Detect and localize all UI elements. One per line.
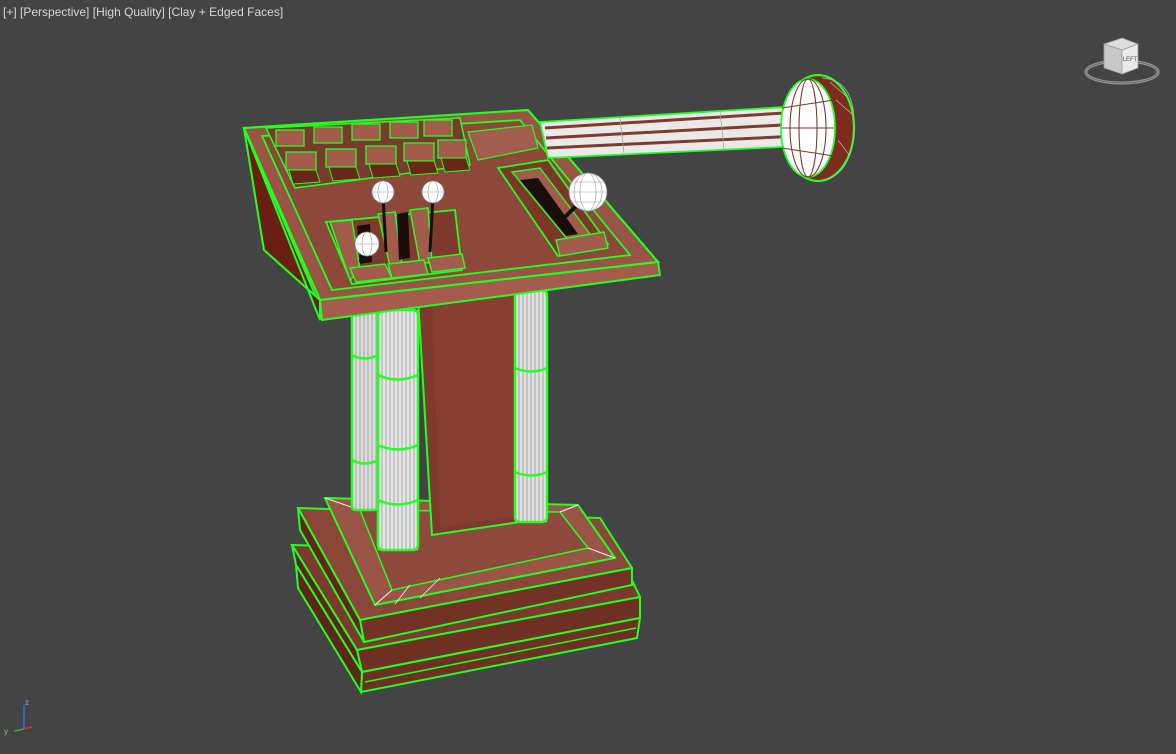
viewport-menu-quality[interactable]: [High Quality] — [93, 5, 165, 19]
viewport-label: [+] [Perspective] [High Quality] [Clay +… — [3, 5, 283, 19]
viewport-menu-general[interactable]: [+] — [3, 5, 17, 19]
console-model[interactable] — [242, 73, 856, 696]
scene-model[interactable] — [0, 0, 1176, 754]
axis-y-label: y — [4, 727, 8, 736]
axis-tripod: z y — [4, 698, 32, 736]
perspective-viewport[interactable]: [+] [Perspective] [High Quality] [Clay +… — [0, 0, 1176, 754]
viewcube-face-label: LEFT — [1123, 57, 1138, 63]
viewport-menu-pov[interactable]: [Perspective] — [20, 5, 89, 19]
viewport-menu-shading[interactable]: [Clay + Edged Faces] — [168, 5, 283, 19]
pipe-arm[interactable] — [538, 73, 856, 183]
axis-z-label: z — [25, 698, 29, 707]
viewcube-icon[interactable]: LEFT — [1082, 30, 1164, 92]
center-pillar[interactable] — [416, 290, 521, 537]
